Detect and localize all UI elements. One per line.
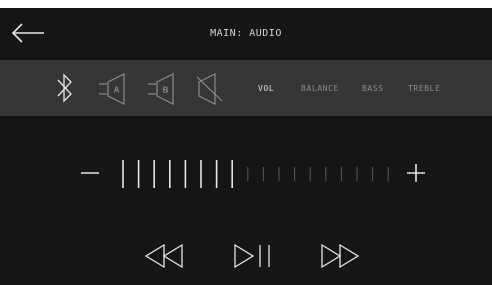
fast-forward-button[interactable] [318,236,362,276]
tab-vol[interactable]: VOL [258,84,274,93]
speaker-a-icon: A [99,73,125,105]
plus-icon [407,164,425,182]
play-pause-button[interactable] [229,236,277,276]
audio-toolbar: A B VOL BALANCE BASS TREBLE [0,60,492,116]
speaker-a-label: A [114,86,120,95]
speaker-muted-icon [196,73,223,105]
volume-up-button[interactable] [404,162,428,184]
mute-button[interactable] [195,70,225,106]
rewind-button[interactable] [142,236,186,276]
playback-controls [0,236,492,276]
tab-bass[interactable]: BASS [362,84,384,93]
bluetooth-button[interactable] [52,70,78,106]
volume-level-meter[interactable] [116,154,392,194]
fast-forward-icon [321,243,360,269]
bluetooth-icon [57,73,72,103]
volume-control [0,148,492,198]
play-pause-icon [234,243,270,269]
tab-treble[interactable]: TREBLE [408,84,441,93]
tab-balance[interactable]: BALANCE [301,84,339,93]
speaker-b-icon: B [148,73,174,105]
volume-down-button[interactable] [78,162,102,184]
speaker-b-label: B [163,86,169,95]
speaker-b-button[interactable]: B [146,70,176,106]
minus-icon [81,172,99,174]
header: MAIN: AUDIO [0,8,492,60]
page-title: MAIN: AUDIO [210,28,282,39]
rewind-icon [144,243,183,269]
speaker-a-button[interactable]: A [97,70,127,106]
audio-screen: MAIN: AUDIO A B VOL BALANCE BASS TREBLE [0,8,492,285]
